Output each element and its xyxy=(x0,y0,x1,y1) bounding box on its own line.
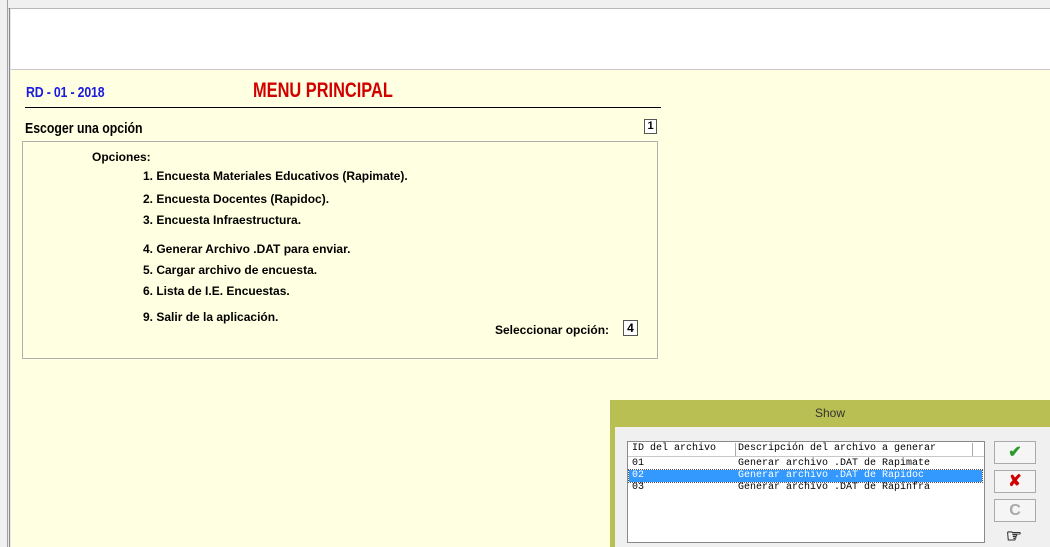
file-id: 02 xyxy=(632,470,645,481)
list-item-selected[interactable]: 02 Generar archivo .DAT de Rapidoc xyxy=(628,469,983,483)
menu-option-2[interactable]: 2. Encuesta Docentes (Rapidoc). xyxy=(143,192,329,206)
refresh-button[interactable]: C xyxy=(994,499,1036,522)
options-heading: Opciones: xyxy=(92,150,151,164)
form-code: RD - 01 - 2018 xyxy=(26,84,105,101)
list-item[interactable]: 03 Generar archivo .DAT de Rapinfra xyxy=(629,482,982,494)
file-id: 03 xyxy=(632,482,645,493)
column-header-description[interactable]: Descripción del archivo a generar xyxy=(738,443,978,454)
menu-option-4[interactable]: 4. Generar Archivo .DAT para enviar. xyxy=(143,242,350,256)
file-list[interactable]: ID del archivo Descripción del archivo a… xyxy=(627,441,985,543)
hand-pointer-icon: ☞ xyxy=(1005,526,1023,546)
page-indicator: 1 xyxy=(644,119,657,134)
left-frame-border xyxy=(0,0,8,547)
column-header-id[interactable]: ID del archivo xyxy=(632,443,732,454)
section-subtitle: Escoger una opción xyxy=(25,120,143,137)
menu-option-9[interactable]: 9. Salir de la aplicación. xyxy=(143,310,278,324)
refresh-icon: C xyxy=(1009,502,1021,519)
file-description: Generar archivo .DAT de Rapinfra xyxy=(738,482,931,493)
menu-option-3[interactable]: 3. Encuesta Infraestructura. xyxy=(143,213,301,227)
pointer-button[interactable]: ☞ xyxy=(994,526,1034,546)
cancel-button[interactable]: ✘ xyxy=(994,470,1036,493)
file-description: Generar archivo .DAT de Rapimate xyxy=(738,458,931,469)
ok-button[interactable]: ✔ xyxy=(994,441,1036,464)
dialog-body: ID del archivo Descripción del archivo a… xyxy=(615,427,1050,547)
select-option-label: Seleccionar opción: xyxy=(495,323,610,337)
file-id: 01 xyxy=(632,458,645,469)
menu-option-1[interactable]: 1. Encuesta Materiales Educativos (Rapim… xyxy=(143,169,408,183)
list-header: ID del archivo Descripción del archivo a… xyxy=(628,442,984,457)
file-description: Generar archivo .DAT de Rapidoc xyxy=(738,470,925,481)
top-strip xyxy=(0,0,1050,9)
list-item[interactable]: 01 Generar archivo .DAT de Rapimate xyxy=(629,458,982,470)
top-white-area xyxy=(11,9,1050,70)
menu-option-5[interactable]: 5. Cargar archivo de encuesta. xyxy=(143,263,317,277)
column-separator[interactable] xyxy=(972,443,973,456)
select-option-input[interactable]: 4 xyxy=(623,320,638,336)
dialog-title: Show xyxy=(814,406,846,420)
column-separator[interactable] xyxy=(735,443,736,456)
title-divider xyxy=(25,107,661,108)
menu-option-6[interactable]: 6. Lista de I.E. Encuestas. xyxy=(143,284,290,298)
show-dialog: Show ID del archivo Descripción del arch… xyxy=(610,400,1050,547)
checkmark-icon: ✔ xyxy=(1008,444,1022,461)
options-panel: Opciones: 1. Encuesta Materiales Educati… xyxy=(22,141,658,359)
page-title: MENU PRINCIPAL xyxy=(253,79,393,102)
close-icon: ✘ xyxy=(1008,473,1022,490)
left-frame-line xyxy=(9,8,10,547)
